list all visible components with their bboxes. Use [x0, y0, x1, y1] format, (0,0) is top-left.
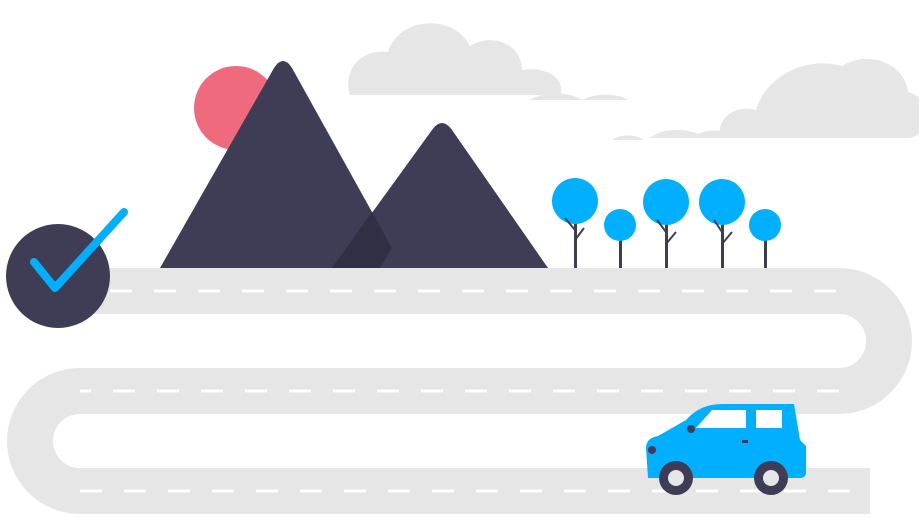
tree: [604, 209, 636, 270]
road-trip-scene: [6, 23, 919, 514]
cloud-left: [348, 23, 628, 100]
tree: [749, 209, 781, 270]
wheel: [659, 461, 693, 495]
tree: [552, 178, 598, 270]
car-door-handle: [742, 440, 748, 443]
tree: [699, 179, 745, 270]
trees: [552, 178, 781, 270]
car-headlight: [648, 446, 656, 454]
clouds: [348, 23, 919, 140]
wheel: [754, 461, 788, 495]
cloud-right: [612, 58, 919, 140]
car-mirror: [687, 425, 695, 433]
tree: [643, 179, 689, 270]
car-rear-window: [756, 410, 782, 428]
